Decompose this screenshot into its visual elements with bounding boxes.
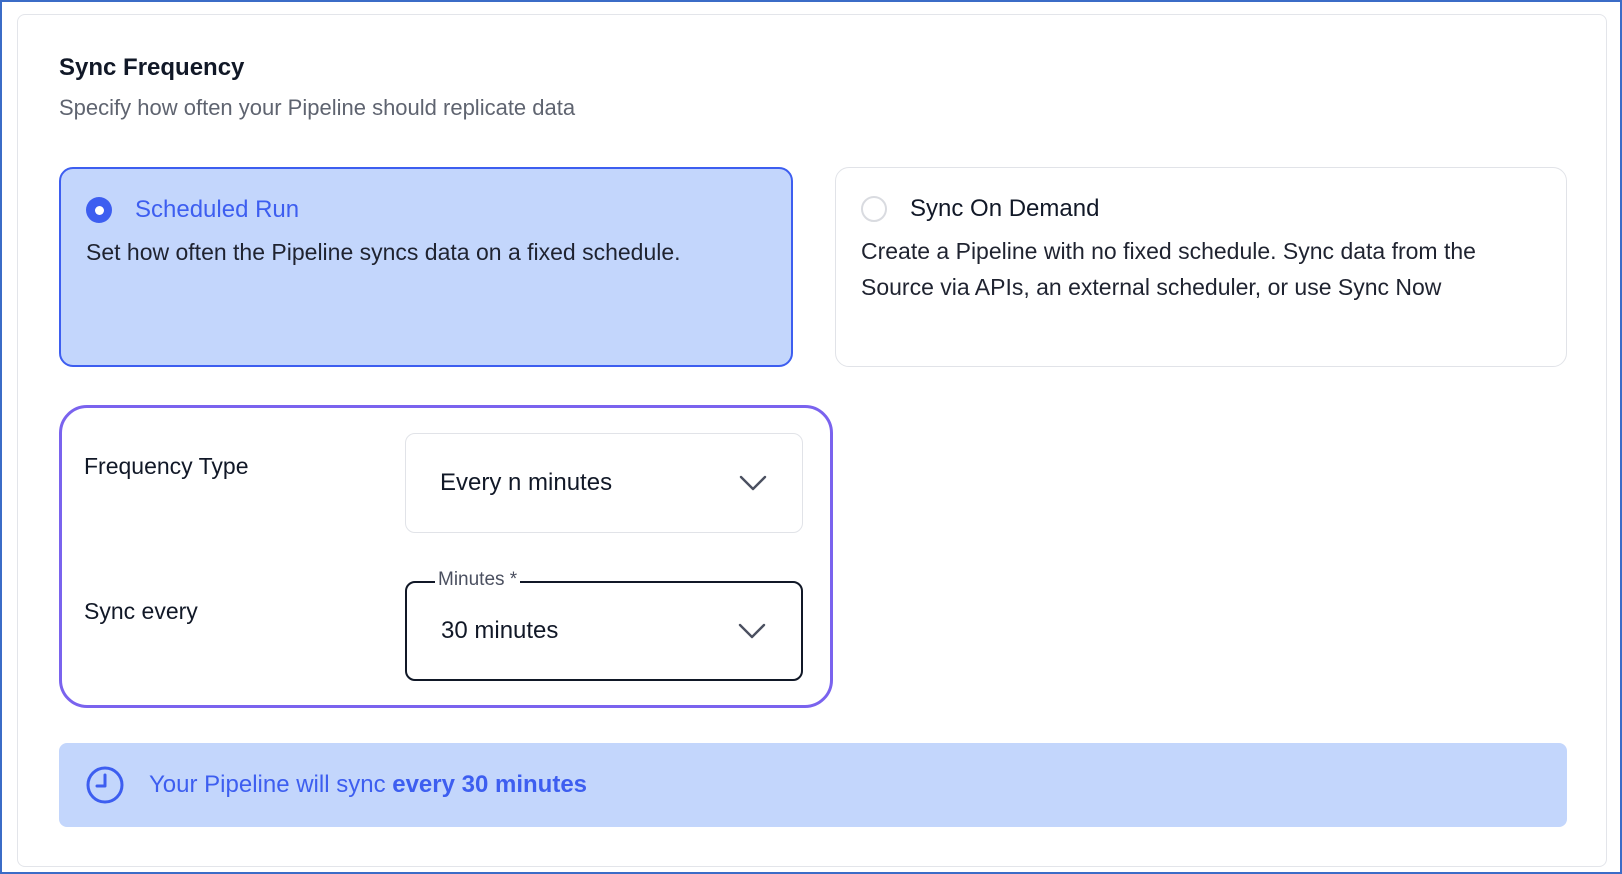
minutes-field-label: Minutes * xyxy=(435,569,521,591)
sync-on-demand-description: Create a Pipeline with no fixed schedule… xyxy=(861,238,1476,300)
frequency-type-label: Frequency Type xyxy=(84,453,249,479)
window-frame: Sync Frequency Specify how often your Pi… xyxy=(0,0,1622,874)
scheduled-run-option[interactable]: Scheduled Run Set how often the Pipeline… xyxy=(59,167,793,367)
minutes-value: 30 minutes xyxy=(441,617,559,644)
scheduled-run-label: Scheduled Run xyxy=(135,196,300,223)
radio-selected-icon[interactable] xyxy=(86,197,112,223)
sync-summary-text: Your Pipeline will sync every 30 minutes xyxy=(149,771,587,799)
sync-on-demand-label: Sync On Demand xyxy=(910,195,1100,222)
minutes-select[interactable]: Minutes * 30 minutes xyxy=(405,569,803,681)
chevron-down-icon xyxy=(739,475,767,491)
scheduled-run-description: Set how often the Pipeline syncs data on… xyxy=(86,239,681,265)
sync-summary-banner: Your Pipeline will sync every 30 minutes xyxy=(59,743,1567,827)
section-subtitle: Specify how often your Pipeline should r… xyxy=(59,95,576,120)
sync-on-demand-option[interactable]: Sync On Demand Create a Pipeline with no… xyxy=(835,167,1567,367)
chevron-down-icon xyxy=(738,623,766,639)
clock-icon xyxy=(86,766,124,804)
section-title: Sync Frequency xyxy=(59,54,245,81)
sync-summary-emphasis: every 30 minutes xyxy=(392,771,588,798)
frequency-type-value: Every n minutes xyxy=(440,469,613,496)
radio-unselected-icon[interactable] xyxy=(861,196,887,222)
frequency-settings-panel: Frequency Type Every n minutes Sync ever… xyxy=(59,405,833,708)
sync-every-label: Sync every xyxy=(84,598,198,624)
sync-summary-prefix: Your Pipeline will sync xyxy=(149,771,393,798)
frequency-type-select[interactable]: Every n minutes xyxy=(405,433,803,533)
